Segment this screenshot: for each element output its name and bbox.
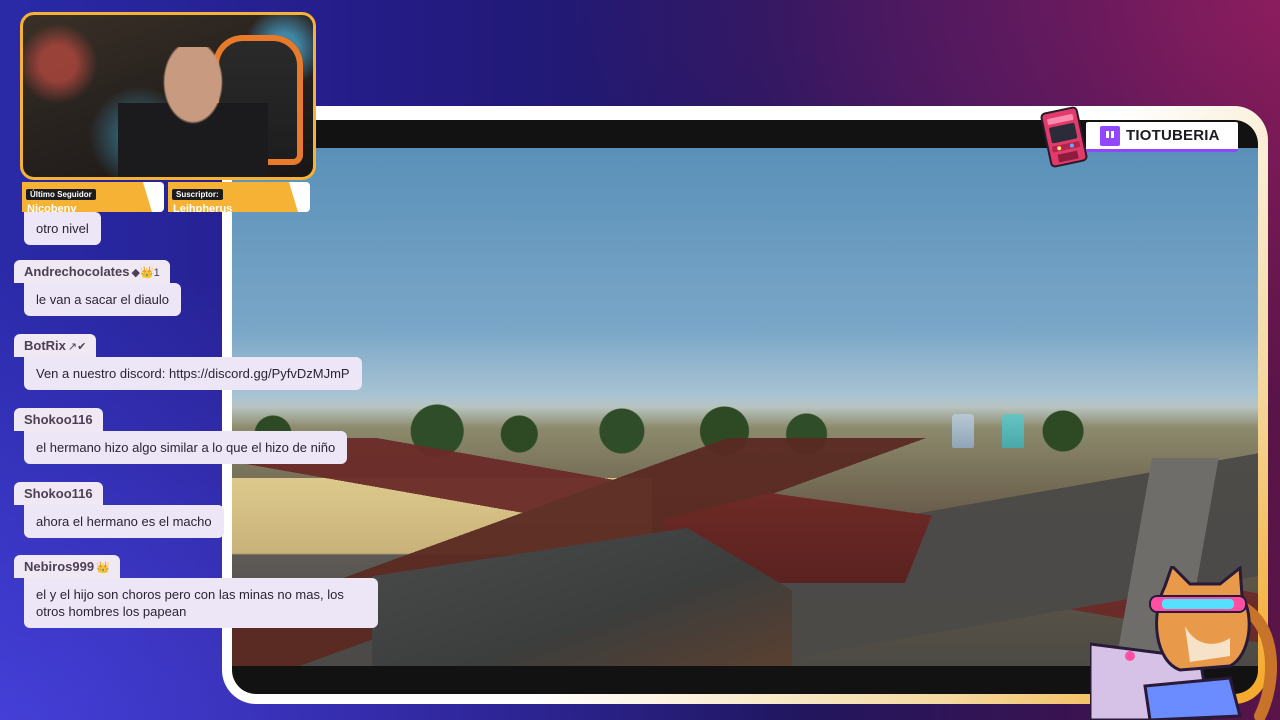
chat-username: Nebiros999 👑 (14, 555, 120, 578)
user-badge-icons: 👑 (96, 562, 110, 574)
chat-username-text: Andrechocolates (24, 264, 130, 279)
last-follower-label: Último Seguidor (26, 189, 96, 200)
chat-username-text: BotRix (24, 338, 66, 353)
cat-mascot-icon (1090, 566, 1278, 720)
chat-message-text: le van a sacar el diaulo (24, 283, 181, 316)
chat-message: Andrechocolates ◆👑1 le van a sacar el dia… (14, 260, 181, 316)
chat-message: Shokoo116 el hermano hizo algo similar a… (14, 408, 348, 464)
chat-message: Shokoo116 ahora el hermano es el macho (14, 482, 224, 538)
chat-message-text: el hermano hizo algo similar a lo que el… (24, 431, 348, 464)
user-badge-icons: ◆👑1 (131, 267, 160, 279)
chat-username-text: Nebiros999 (24, 559, 95, 574)
chat-username-text: Shokoo116 (24, 412, 93, 427)
chat-username-text: Shokoo116 (24, 486, 93, 501)
channel-brand: TIOTUBERIA (1086, 122, 1238, 152)
chat-username: Shokoo116 (14, 482, 103, 505)
twitch-icon (1100, 125, 1120, 146)
last-follower-badge: Último Seguidor Nicobeny (22, 182, 164, 212)
chat-username: Shokoo116 (14, 408, 103, 431)
chat-message-text: ahora el hermano es el macho (24, 505, 224, 538)
chat-message-text: otro nivel (24, 212, 101, 245)
subscriber-label: Suscriptor: (172, 189, 223, 200)
user-badge-icons: ↗✔ (67, 341, 87, 353)
chat-message: otro nivel (14, 212, 101, 245)
webcam-feed (20, 12, 316, 180)
chat-message: Nebiros999 👑 el y el hijo son choros pero… (14, 555, 378, 628)
chat-username: Andrechocolates ◆👑1 (14, 260, 170, 283)
chat-message: BotRix ↗✔ Ven a nuestro discord: https://… (14, 334, 362, 390)
channel-name: TIOTUBERIA (1126, 127, 1220, 144)
subscriber-badge: Suscriptor: Leihpherus (168, 182, 310, 212)
chat-username: BotRix ↗✔ (14, 334, 97, 357)
streamer (118, 47, 268, 177)
chat-message-text: el y el hijo son choros pero con las min… (24, 578, 378, 628)
chat-message-text: Ven a nuestro discord: https://discord.g… (24, 357, 362, 390)
